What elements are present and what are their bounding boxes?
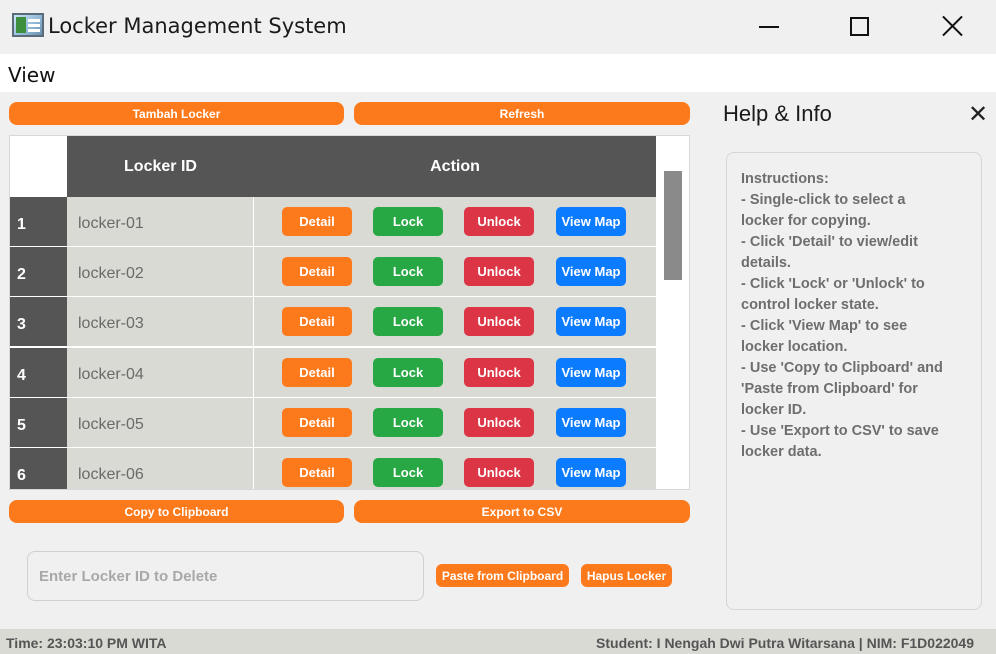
- detail-button[interactable]: Detail: [282, 207, 352, 236]
- help-panel: Instructions: - Single-click to select a…: [726, 152, 982, 610]
- header-locker-id: Locker ID: [67, 136, 254, 197]
- view-map-button[interactable]: View Map: [556, 408, 626, 437]
- row-number: 4: [10, 348, 67, 398]
- help-title: Help & Info: [723, 101, 832, 126]
- detail-button[interactable]: Detail: [282, 257, 352, 286]
- lock-button[interactable]: Lock: [373, 207, 443, 236]
- delete-locker-button[interactable]: Hapus Locker: [581, 564, 672, 587]
- view-map-button[interactable]: View Map: [556, 358, 626, 387]
- detail-button[interactable]: Detail: [282, 307, 352, 336]
- row-divider: [67, 346, 656, 347]
- table-row[interactable]: 6 locker-06 Detail Lock Unlock View Map: [10, 448, 656, 489]
- locker-table: Locker ID Action 1 locker-01 Detail Lock…: [9, 135, 690, 490]
- detail-button[interactable]: Detail: [282, 458, 352, 487]
- locker-id-cell[interactable]: locker-04: [67, 348, 254, 397]
- maximize-icon: [849, 16, 869, 36]
- refresh-button[interactable]: Refresh: [354, 102, 690, 125]
- row-number: 1: [10, 197, 67, 247]
- lock-button[interactable]: Lock: [373, 307, 443, 336]
- export-csv-button[interactable]: Export to CSV: [354, 500, 690, 523]
- action-cell: Detail Lock Unlock View Map: [254, 247, 656, 296]
- view-map-button[interactable]: View Map: [556, 458, 626, 487]
- locker-id-cell[interactable]: locker-03: [67, 297, 254, 346]
- view-map-button[interactable]: View Map: [556, 207, 626, 236]
- lock-button[interactable]: Lock: [373, 257, 443, 286]
- view-map-button[interactable]: View Map: [556, 307, 626, 336]
- header-action: Action: [254, 136, 656, 197]
- row-number: 2: [10, 247, 67, 297]
- locker-id-cell[interactable]: locker-01: [67, 197, 254, 246]
- table-row[interactable]: 1 locker-01 Detail Lock Unlock View Map: [10, 197, 656, 247]
- row-number: 6: [10, 448, 67, 489]
- help-close-button[interactable]: ✕: [966, 100, 990, 128]
- unlock-button[interactable]: Unlock: [464, 307, 534, 336]
- unlock-button[interactable]: Unlock: [464, 358, 534, 387]
- view-map-button[interactable]: View Map: [556, 257, 626, 286]
- row-number: 3: [10, 297, 67, 347]
- table-header-corner: [10, 136, 67, 197]
- lock-button[interactable]: Lock: [373, 458, 443, 487]
- add-locker-button[interactable]: Tambah Locker: [9, 102, 344, 125]
- copy-to-clipboard-button[interactable]: Copy to Clipboard: [9, 500, 344, 523]
- locker-id-cell[interactable]: locker-05: [67, 398, 254, 447]
- table-row[interactable]: 4 locker-04 Detail Lock Unlock View Map: [10, 348, 656, 398]
- menu-item-view[interactable]: View: [8, 63, 55, 87]
- minimize-icon: [759, 26, 779, 28]
- help-instructions: Instructions: - Single-click to select a…: [741, 171, 943, 460]
- table-row[interactable]: 5 locker-05 Detail Lock Unlock View Map: [10, 398, 656, 448]
- locker-id-cell[interactable]: locker-06: [67, 448, 254, 489]
- table-row[interactable]: 3 locker-03 Detail Lock Unlock View Map: [10, 297, 656, 347]
- action-cell: Detail Lock Unlock View Map: [254, 197, 656, 246]
- row-number: 5: [10, 398, 67, 448]
- detail-button[interactable]: Detail: [282, 408, 352, 437]
- status-time: Time: 23:03:10 PM WITA: [6, 635, 167, 651]
- action-cell: Detail Lock Unlock View Map: [254, 348, 656, 397]
- detail-button[interactable]: Detail: [282, 358, 352, 387]
- delete-locker-id-input[interactable]: Enter Locker ID to Delete: [27, 551, 424, 601]
- minimize-button[interactable]: [739, 0, 799, 52]
- locker-id-cell[interactable]: locker-02: [67, 247, 254, 296]
- close-button[interactable]: [922, 0, 982, 52]
- scrollbar-thumb[interactable]: [664, 171, 682, 280]
- action-cell: Detail Lock Unlock View Map: [254, 398, 656, 447]
- lock-button[interactable]: Lock: [373, 408, 443, 437]
- status-bar: Time: 23:03:10 PM WITA Student: I Nengah…: [0, 629, 996, 654]
- unlock-button[interactable]: Unlock: [464, 458, 534, 487]
- unlock-button[interactable]: Unlock: [464, 408, 534, 437]
- lock-button[interactable]: Lock: [373, 358, 443, 387]
- window-title: Locker Management System: [48, 14, 347, 38]
- unlock-button[interactable]: Unlock: [464, 257, 534, 286]
- close-icon: [940, 14, 964, 38]
- app-icon: [12, 13, 44, 37]
- maximize-button[interactable]: [829, 0, 889, 52]
- status-student: Student: I Nengah Dwi Putra Witarsana | …: [596, 635, 974, 651]
- close-icon: ✕: [967, 100, 989, 128]
- action-cell: Detail Lock Unlock View Map: [254, 448, 656, 489]
- unlock-button[interactable]: Unlock: [464, 207, 534, 236]
- table-row[interactable]: 2 locker-02 Detail Lock Unlock View Map: [10, 247, 656, 297]
- action-cell: Detail Lock Unlock View Map: [254, 297, 656, 346]
- paste-from-clipboard-button[interactable]: Paste from Clipboard: [436, 564, 569, 587]
- title-bar: Locker Management System: [0, 0, 996, 54]
- menu-bar: View: [0, 54, 996, 92]
